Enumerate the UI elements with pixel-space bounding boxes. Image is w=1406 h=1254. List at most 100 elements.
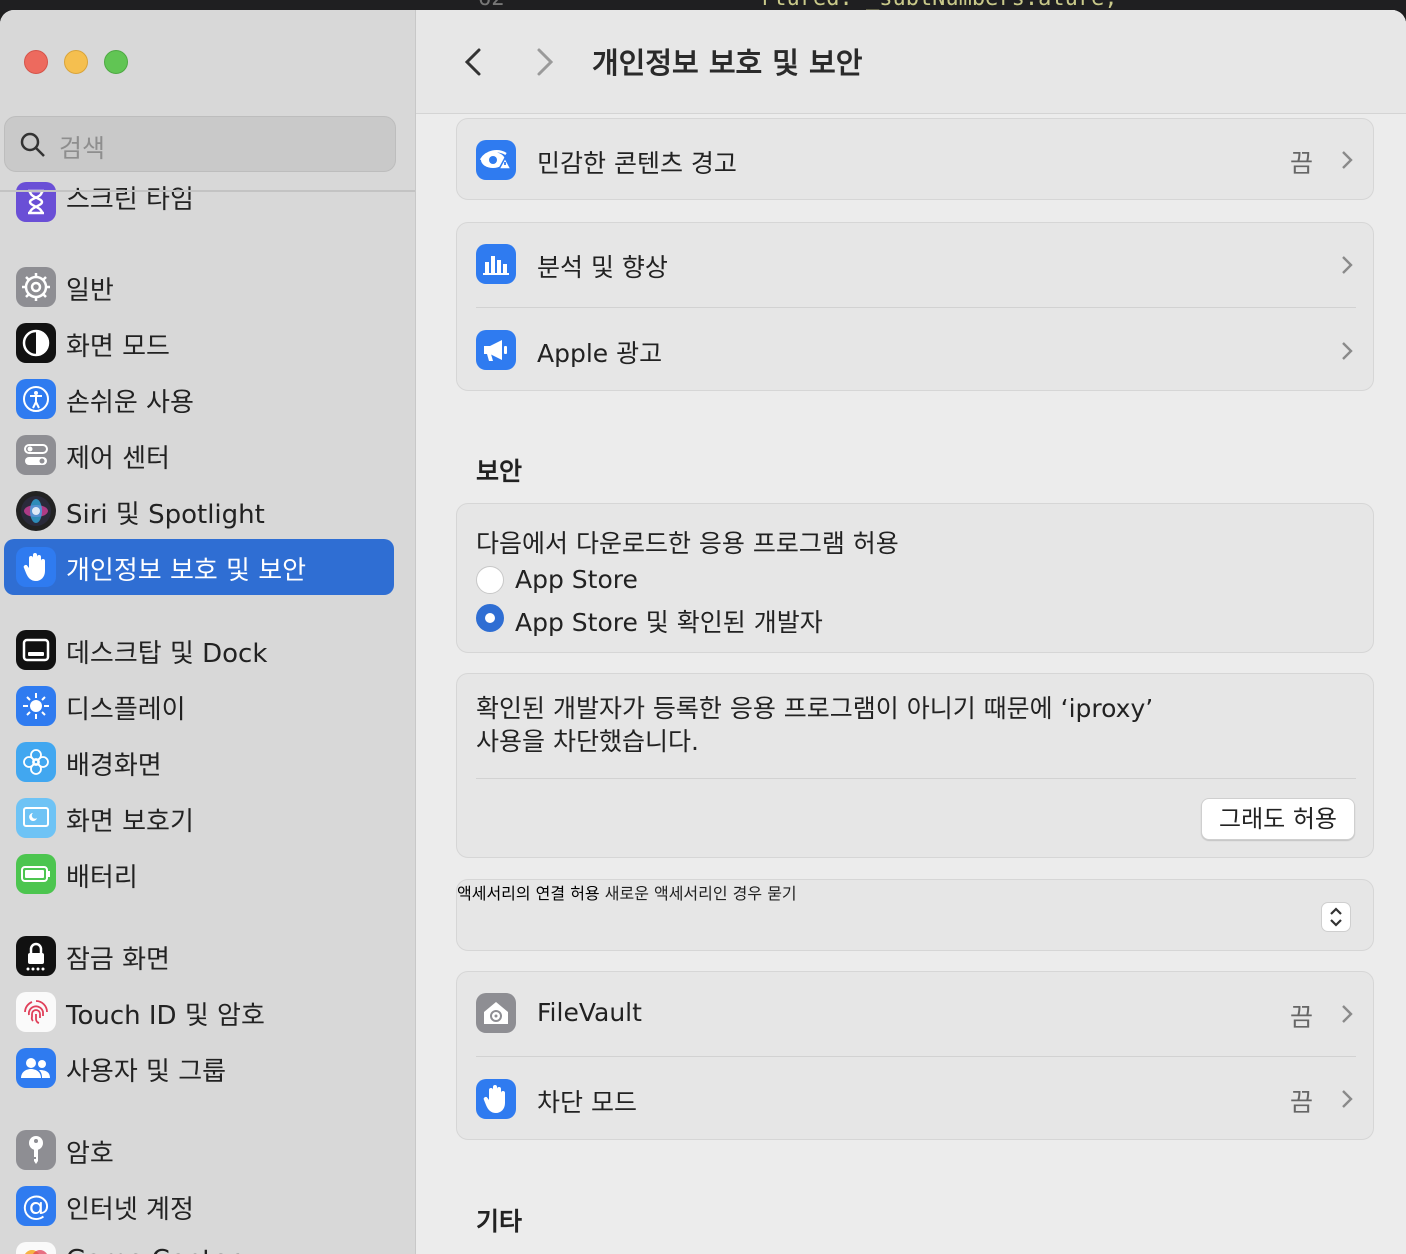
sidebar-item-siri-spotlight[interactable]: Siri 및 Spotlight <box>4 483 394 539</box>
sidebar-item-label: 화면 모드 <box>66 332 170 362</box>
filevault-row[interactable]: FileVault 끔 <box>457 972 1375 1056</box>
sidebar-item-label: 배경화면 <box>66 751 162 781</box>
content-pane: 개인정보 보호 및 보안 민감한 콘텐츠 경고 끔 분석 및 향상 Apple … <box>416 10 1406 1254</box>
filevault-lockdown-card: FileVault 끔 차단 모드 끔 <box>456 971 1374 1140</box>
sidebar-item-passwords[interactable]: 암호 <box>4 1122 394 1178</box>
filevault-icon <box>476 993 516 1033</box>
hand-icon <box>16 547 56 587</box>
sidebar-item-label: 사용자 및 그룹 <box>66 1057 227 1087</box>
sidebar-item-internet-accounts[interactable]: @ 인터넷 계정 <box>4 1178 394 1234</box>
search-placeholder: 검색 <box>59 134 106 163</box>
sidebar-item-desktop-dock[interactable]: 데스크탑 및 Dock <box>4 622 394 678</box>
sensitive-content-label: 민감한 콘텐츠 경고 <box>537 149 737 178</box>
close-window-button[interactable] <box>24 50 48 74</box>
hourglass-icon <box>16 182 56 222</box>
sidebar-item-label: 잠금 화면 <box>66 945 170 975</box>
accessory-popup-button[interactable] <box>1321 902 1351 932</box>
sidebar-item-label: 제어 센터 <box>66 444 170 474</box>
lockdown-label: 차단 모드 <box>537 1088 637 1117</box>
sidebar-item-screen-time[interactable]: 스크린 타임 <box>4 174 394 230</box>
search-icon <box>20 132 45 157</box>
lockdown-row[interactable]: 차단 모드 끔 <box>457 1057 1375 1141</box>
sidebar-item-accessibility[interactable]: 손쉬운 사용 <box>4 371 394 427</box>
sidebar-item-users-groups[interactable]: 사용자 및 그룹 <box>4 1040 394 1096</box>
minimize-window-button[interactable] <box>64 50 88 74</box>
sidebar-item-label: 인터넷 계정 <box>66 1195 194 1225</box>
radio-app-store-label[interactable]: App Store <box>515 565 638 594</box>
sidebar-item-screen-saver[interactable]: 화면 보호기 <box>4 790 394 846</box>
forward-button[interactable] <box>524 42 564 82</box>
accessory-card: 액세서리의 연결 허용 새로운 액세서리인 경우 묻기 <box>456 879 1374 951</box>
blocked-message-line1: 확인된 개발자가 등록한 응용 프로그램이 아니기 때문에 ‘iproxy’ <box>476 694 1154 723</box>
security-section-header: 보안 <box>476 457 523 486</box>
accessory-label: 액세서리의 연결 허용 <box>457 884 600 903</box>
sidebar-item-label: 암호 <box>66 1139 114 1169</box>
sidebar-item-label: 스크린 타임 <box>66 185 194 215</box>
accessory-popup-value[interactable]: 새로운 액세서리인 경우 묻기 <box>605 884 797 903</box>
chevron-right-icon <box>1342 256 1353 274</box>
blocked-message-line2: 사용을 차단했습니다. <box>476 727 699 756</box>
sidebar-item-label: 데스크탑 및 Dock <box>66 639 268 669</box>
back-button[interactable] <box>454 42 494 82</box>
sidebar-item-label: 화면 보호기 <box>66 807 194 837</box>
fingerprint-icon <box>16 992 56 1032</box>
sidebar-item-lock-screen[interactable]: 잠금 화면 <box>4 928 394 984</box>
blocked-message: 확인된 개발자가 등록한 응용 프로그램이 아니기 때문에 ‘iproxy’ 사… <box>476 692 1316 758</box>
sidebar-item-label: 디스플레이 <box>66 695 186 725</box>
sensitive-content-card: 민감한 콘텐츠 경고 끔 <box>456 118 1374 200</box>
radio-app-store[interactable] <box>476 566 504 594</box>
download-source-title: 다음에서 다운로드한 응용 프로그램 허용 <box>476 529 899 558</box>
hand-icon <box>476 1079 516 1119</box>
apple-ads-row[interactable]: Apple 광고 <box>457 308 1375 392</box>
sidebar-item-touch-id[interactable]: Touch ID 및 암호 <box>4 984 394 1040</box>
radio-app-store-identified-label[interactable]: App Store 및 확인된 개발자 <box>515 603 823 639</box>
other-section-header: 기타 <box>476 1207 523 1236</box>
sidebar-item-control-center[interactable]: 제어 센터 <box>4 427 394 483</box>
key-icon <box>16 1130 56 1170</box>
filevault-value: 끔 <box>1289 1003 1313 1032</box>
analytics-row[interactable]: 분석 및 향상 <box>457 223 1375 307</box>
sensitive-content-value: 끔 <box>1289 149 1313 178</box>
chevron-right-icon <box>1342 151 1353 169</box>
sidebar-item-label: 일반 <box>66 276 114 306</box>
sidebar-item-displays[interactable]: 디스플레이 <box>4 678 394 734</box>
sidebar-item-label: Touch ID 및 암호 <box>66 1001 265 1031</box>
sidebar-item-privacy-security[interactable]: 개인정보 보호 및 보안 <box>4 539 394 595</box>
sidebar-item-label: 배터리 <box>66 863 138 893</box>
megaphone-icon <box>476 330 516 370</box>
game-center-icon <box>16 1242 56 1254</box>
sidebar-item-general[interactable]: 일반 <box>4 259 394 315</box>
sensitive-content-row[interactable]: 민감한 콘텐츠 경고 끔 <box>457 119 1375 201</box>
at-icon: @ <box>16 1186 56 1226</box>
sidebar-item-label: Siri 및 Spotlight <box>66 500 265 530</box>
accessibility-icon <box>16 379 56 419</box>
screensaver-icon <box>16 798 56 838</box>
settings-window: 스크린 타임 일반 화면 모드 손쉬운 사용 제어 센터 Siri 및 Spot… <box>0 10 1406 1254</box>
gear-icon <box>16 267 56 307</box>
chevron-updown-icon <box>1330 907 1342 927</box>
sidebar: 스크린 타임 일반 화면 모드 손쉬운 사용 제어 센터 Siri 및 Spot… <box>0 10 416 1254</box>
sidebar-item-game-center[interactable]: Game Center <box>4 1234 394 1254</box>
dock-icon <box>16 630 56 670</box>
toggles-icon <box>16 435 56 475</box>
sidebar-item-label: Game Center <box>66 1245 239 1254</box>
sidebar-item-wallpaper[interactable]: 배경화면 <box>4 734 394 790</box>
radio-app-store-identified[interactable] <box>476 604 504 632</box>
download-source-card: 다음에서 다운로드한 응용 프로그램 허용 App Store App Stor… <box>456 503 1374 653</box>
sidebar-item-battery[interactable]: 배터리 <box>4 846 394 902</box>
allow-anyway-button[interactable]: 그래도 허용 <box>1201 798 1355 840</box>
appearance-icon <box>16 323 56 363</box>
analytics-label: 분석 및 향상 <box>537 253 668 282</box>
bar-chart-icon <box>476 244 516 284</box>
blocked-app-card: 확인된 개발자가 등록한 응용 프로그램이 아니기 때문에 ‘iproxy’ 사… <box>456 673 1374 858</box>
zoom-window-button[interactable] <box>104 50 128 74</box>
sun-icon <box>16 686 56 726</box>
battery-icon <box>16 854 56 894</box>
search-divider <box>0 190 415 192</box>
sidebar-item-label: 손쉬운 사용 <box>66 388 194 418</box>
flower-icon <box>16 742 56 782</box>
search-field[interactable]: 검색 <box>4 116 396 172</box>
siri-icon <box>16 491 56 531</box>
sidebar-item-appearance[interactable]: 화면 모드 <box>4 315 394 371</box>
analytics-ads-card: 분석 및 향상 Apple 광고 <box>456 222 1374 391</box>
